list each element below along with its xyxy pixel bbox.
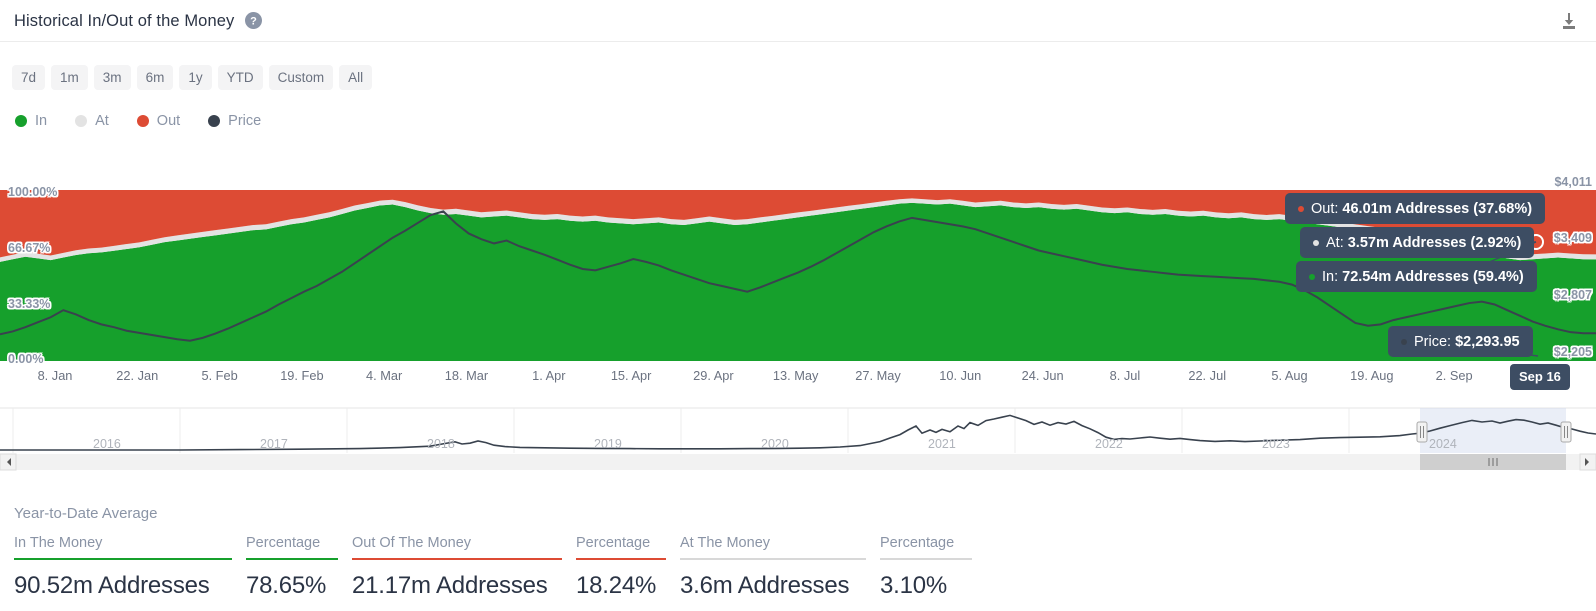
navigator-year-label: 2023 — [1262, 437, 1290, 451]
stat-value: 90.52m Addresses — [14, 572, 210, 599]
legend-item-in[interactable]: In — [15, 113, 47, 129]
legend-dot-in — [15, 115, 27, 127]
stat-header: Percentage — [576, 535, 651, 551]
legend-label-in: In — [35, 113, 48, 129]
navigator-year-label: 2024 — [1429, 437, 1457, 451]
stat-column-2: Out Of The Money 21.17m Addresses — [352, 535, 562, 600]
x-axis-tick-label: 24. Jun — [1021, 368, 1064, 383]
x-axis-tick-label: 29. Apr — [693, 368, 734, 383]
tooltip-in: In: 72.54m Addresses (59.4%) — [1296, 261, 1537, 292]
x-axis-tick-label: 2. Sep — [1435, 368, 1473, 383]
tooltip-price-label: Price: — [1414, 333, 1452, 350]
historical-in-out-of-money-chart-panel: Historical In/Out of the Money ? 7d 1m 3m 6… — [0, 0, 1596, 611]
tooltip-out-dot — [1298, 205, 1304, 212]
x-axis-tick-label: 5. Aug — [1271, 368, 1308, 383]
x-axis-tick-label: 19. Aug — [1350, 368, 1394, 383]
help-circle-icon[interactable]: ? — [245, 12, 262, 29]
stat-column-4: At The Money 3.6m Addresses — [680, 535, 866, 600]
range-selector-buttons: 7d 1m 3m 6m 1y YTD Custom All — [12, 65, 373, 90]
x-axis-tick-label: 5. Feb — [201, 368, 238, 383]
x-axis-tick-label: 4. Mar — [366, 368, 403, 383]
panel-header: Historical In/Out of the Money ? — [0, 0, 1596, 42]
navigator-year-label: 2018 — [427, 437, 455, 451]
x-axis-tick-label: 13. May — [772, 368, 819, 383]
tooltip-price-value: $2,293.95 — [1455, 333, 1520, 350]
navigator-svg[interactable] — [0, 400, 1596, 472]
stat-value: 3.6m Addresses — [680, 572, 850, 599]
legend-item-at[interactable]: At — [75, 113, 109, 129]
legend-dot-out — [136, 115, 149, 127]
legend-label-out: Out — [156, 113, 181, 129]
navigator-handle-right[interactable] — [1560, 421, 1572, 443]
stat-value: 78.65% — [246, 572, 327, 599]
legend-dot-at — [75, 115, 88, 127]
stat-value: 21.17m Addresses — [352, 572, 548, 599]
navigator-year-label: 2019 — [594, 437, 622, 451]
legend-dot-price — [208, 115, 221, 127]
stat-column-3: Percentage 18.24% — [576, 535, 666, 600]
download-icon[interactable] — [1554, 0, 1584, 42]
tooltip-in-dot — [1309, 273, 1315, 280]
tooltip-price: Price: $2,293.95 — [1388, 326, 1533, 357]
x-axis-tick-label: 27. May — [855, 368, 901, 383]
tooltip-out-label: Out: — [1311, 200, 1339, 217]
stat-header: Percentage — [246, 535, 321, 551]
navigator-year-label: 2017 — [260, 437, 288, 451]
x-axis-tick-label: 18. Mar — [444, 368, 489, 383]
tooltip-at-value: 3.57m Addresses (2.92%) — [1347, 234, 1522, 251]
navigator-scrollbar-track[interactable] — [0, 454, 1596, 470]
range-button-all[interactable]: All — [339, 65, 373, 90]
range-button-7d[interactable]: 7d — [12, 65, 46, 90]
x-axis-tick-label: 22. Jul — [1188, 368, 1227, 383]
x-axis-tick-label: 10. Jun — [939, 368, 982, 383]
navigator-handle-left[interactable] — [1416, 421, 1428, 443]
navigator-year-label: 2016 — [93, 437, 121, 451]
x-axis-tick-label: 1. Apr — [532, 368, 566, 383]
legend-label-at: At — [95, 113, 109, 129]
navigator-price-line — [0, 414, 1596, 451]
stat-value: 18.24% — [576, 572, 657, 599]
legend-label-price: Price — [228, 113, 262, 129]
stat-header: Out Of The Money — [352, 535, 472, 551]
tooltip-in-label: In: — [1322, 268, 1339, 285]
x-axis-tick-label: 22. Jan — [116, 368, 159, 383]
tooltip-at-label: At: — [1326, 234, 1344, 251]
range-button-6m[interactable]: 6m — [136, 65, 174, 90]
range-button-ytd[interactable]: YTD — [217, 65, 263, 90]
chart-navigator[interactable] — [0, 400, 1596, 472]
legend-item-out[interactable]: Out — [136, 113, 181, 129]
tooltip-in-value: 72.54m Addresses (59.4%) — [1342, 268, 1524, 285]
range-button-custom[interactable]: Custom — [268, 65, 334, 90]
range-button-1y[interactable]: 1y — [179, 65, 212, 90]
stats-title: Year-to-Date Average — [14, 505, 158, 522]
stat-column-0: In The Money 90.52m Addresses — [14, 535, 232, 600]
chart-legend: In At Out Price — [15, 113, 289, 129]
tooltip-date-badge: Sep 16 — [1510, 364, 1570, 390]
tooltip-out: Out: 46.01m Addresses (37.68%) — [1285, 193, 1546, 224]
svg-text:?: ? — [250, 16, 257, 28]
tooltip-at: At: 3.57m Addresses (2.92%) — [1300, 227, 1535, 258]
stat-column-5: Percentage 3.10% — [880, 535, 972, 600]
navigator-year-label: 2020 — [761, 437, 789, 451]
legend-item-price[interactable]: Price — [208, 113, 261, 129]
x-axis-tick-label: 15. Apr — [610, 368, 652, 383]
range-button-3m[interactable]: 3m — [93, 65, 131, 90]
navigator-year-label: 2021 — [928, 437, 956, 451]
x-axis-tick-label: 8. Jul — [1109, 368, 1141, 383]
stat-header: In The Money — [14, 535, 103, 551]
tooltip-at-dot — [1313, 239, 1319, 246]
x-axis-tick-label: 19. Feb — [280, 368, 324, 383]
range-button-1m[interactable]: 1m — [51, 65, 88, 90]
page-title: Historical In/Out of the Money — [14, 12, 235, 30]
tooltip-price-dot — [1401, 338, 1407, 345]
navigator-year-label: 2022 — [1095, 437, 1123, 451]
stat-column-1: Percentage 78.65% — [246, 535, 338, 600]
stat-header: Percentage — [880, 535, 955, 551]
x-axis-tick-label: 8. Jan — [37, 368, 73, 383]
tooltip-out-value: 46.01m Addresses (37.68%) — [1342, 200, 1533, 217]
stat-header: At The Money — [680, 535, 771, 551]
stat-value: 3.10% — [880, 572, 948, 599]
